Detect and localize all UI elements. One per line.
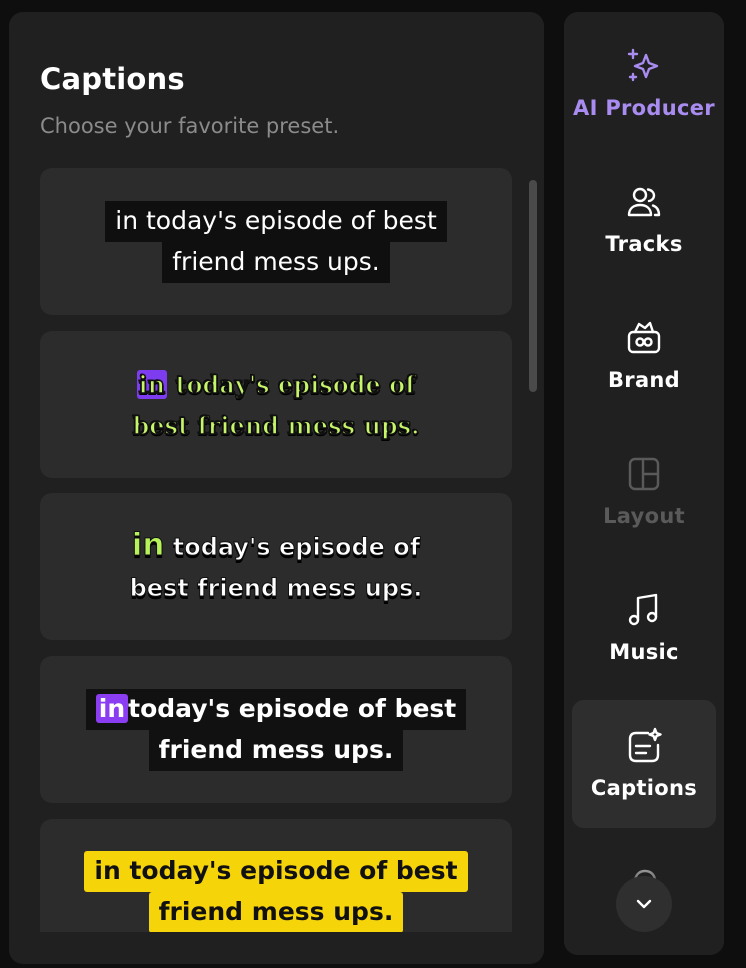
panel-subtitle: Choose your favorite preset.	[40, 114, 340, 138]
caption-line-1: in today's episode of best	[85, 688, 467, 730]
caption-preset-2[interactable]: in today's episode of best friend mess u…	[40, 331, 512, 478]
layout-icon	[628, 457, 660, 491]
nav-label: Music	[609, 640, 679, 664]
nav-label: AI Producer	[573, 96, 715, 120]
caption-preset-3[interactable]: in today's episode of best friend mess u…	[40, 493, 512, 640]
nav-item-brand[interactable]: Brand	[572, 292, 716, 420]
nav-item-ai-producer[interactable]: AI Producer	[572, 20, 716, 148]
caption-line-1-rest: today's episode of best	[128, 693, 457, 723]
caption-preset-4[interactable]: in today's episode of best friend mess up…	[40, 656, 512, 803]
brand-kit-icon	[627, 321, 661, 354]
highlighted-word: in	[136, 369, 168, 399]
caption-line-1: in today's episode of best	[84, 851, 468, 892]
nav-item-layout[interactable]: Layout	[572, 428, 716, 556]
caption-preview: in today's episode of best friend mess u…	[105, 200, 447, 283]
panel-title: Captions	[40, 62, 185, 96]
caption-line-1-rest: today's episode of	[167, 369, 417, 400]
caption-line-1: in today's episode of	[131, 525, 421, 568]
caption-preview: in today's episode of best friend mess u…	[84, 851, 468, 932]
caption-preset-5[interactable]: in today's episode of best friend mess u…	[40, 819, 512, 932]
highlighted-word: in	[95, 693, 129, 723]
caption-preview: in today's episode of best friend mess u…	[132, 364, 421, 446]
caption-line-2: best friend mess ups.	[129, 573, 423, 602]
caption-line-1-rest: today's episode of	[164, 532, 421, 561]
captions-panel: Captions Choose your favorite preset. in…	[9, 12, 544, 964]
nav-label: Captions	[590, 776, 698, 800]
preset-scrollbar[interactable]	[529, 180, 537, 940]
nav-item-music[interactable]: Music	[572, 564, 716, 692]
caption-line-1: in today's episode of best	[105, 200, 447, 242]
highlighted-word: in	[131, 526, 165, 563]
caption-preview: in today's episode of best friend mess up…	[85, 688, 467, 771]
nav-label: Layout	[603, 504, 685, 528]
music-note-icon	[628, 593, 658, 626]
nav-scroll-down-button[interactable]	[616, 876, 672, 932]
sparkles-icon	[627, 48, 659, 82]
chevron-down-icon	[636, 899, 652, 909]
nav-label: Tracks	[605, 232, 683, 256]
side-nav: AI Producer Tracks Brand Layout Music Ca…	[564, 12, 724, 955]
caption-line-1: in today's episode of	[136, 364, 417, 405]
nav-item-tracks[interactable]: Tracks	[572, 156, 716, 284]
caption-line-2: friend mess ups.	[148, 729, 404, 771]
nav-label: Brand	[607, 368, 681, 392]
caption-line-2: friend mess ups.	[148, 892, 404, 932]
caption-line-2: friend mess ups.	[162, 241, 390, 283]
scrollbar-thumb[interactable]	[529, 180, 537, 392]
caption-preview: in today's episode of best friend mess u…	[129, 525, 423, 609]
caption-preset-1[interactable]: in today's episode of best friend mess u…	[40, 168, 512, 315]
captions-icon	[628, 727, 662, 763]
preset-list[interactable]: in today's episode of best friend mess u…	[40, 168, 512, 932]
nav-item-captions[interactable]: Captions	[572, 700, 716, 828]
caption-line-2: best friend mess ups.	[132, 410, 421, 441]
users-icon	[627, 187, 661, 217]
